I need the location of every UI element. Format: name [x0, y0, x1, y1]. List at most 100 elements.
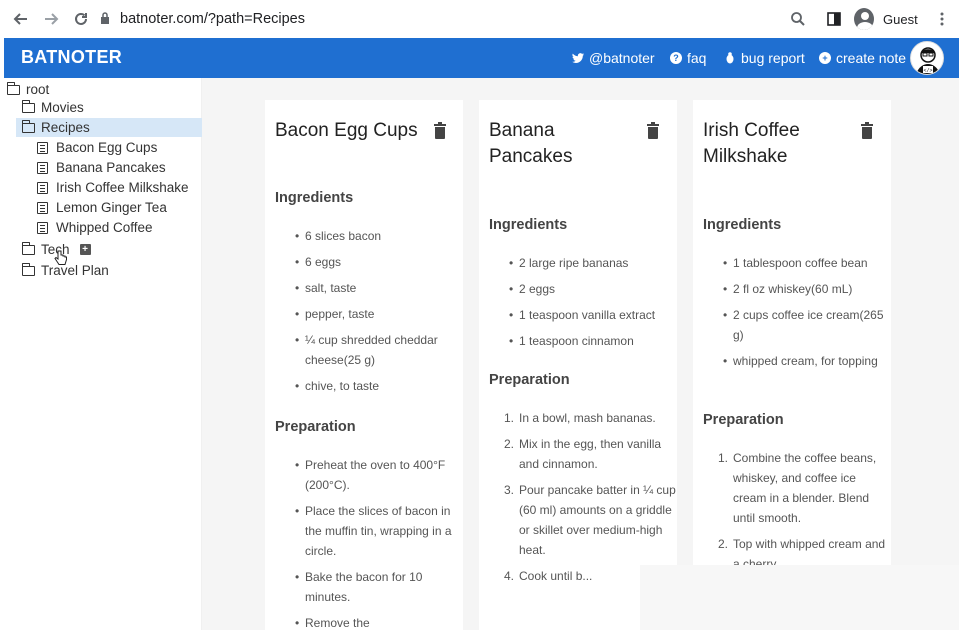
note-icon [37, 181, 48, 194]
forward-icon[interactable] [40, 8, 62, 30]
app-header: BATNOTER @batnoter ? faq bug report + cr… [4, 38, 959, 78]
trash-icon[interactable] [434, 122, 446, 139]
tree-folder-recipes[interactable]: Recipes [16, 118, 202, 137]
list-item: ¼ cup shredded cheddar cheese(25 g) [275, 330, 463, 370]
svg-text:</>: </> [923, 68, 932, 74]
list-item: 1. Combine the coffee beans, whiskey, and… [718, 451, 877, 525]
help-circle-icon: ? [670, 52, 682, 64]
ingredients-list: 6 slices bacon 6 eggs salt, taste pepper… [275, 226, 463, 402]
hand-cursor-icon [54, 250, 68, 269]
list-item: 2 cups coffee ice cream(265 g) [703, 305, 891, 345]
faq-link-label: faq [687, 50, 707, 66]
ingredients-heading: Ingredients [489, 217, 568, 233]
list-item: Remove the [275, 613, 463, 630]
tree-note-irish-coffee-milkshake[interactable]: Irish Coffee Milkshake [37, 178, 189, 197]
tree-note-label: Lemon Ginger Tea [56, 200, 167, 215]
folder-icon [21, 241, 35, 255]
trash-icon[interactable] [861, 122, 873, 139]
address-bar[interactable]: batnoter.com/?path=Recipes [100, 4, 820, 34]
ingredients-heading: Ingredients [275, 190, 354, 206]
note-icon [37, 161, 48, 174]
list-item: whipped cream, for topping [703, 351, 891, 371]
preparation-heading: Preparation [703, 412, 784, 428]
note-icon [37, 141, 48, 154]
list-item: 3. Pour pancake batter in ¼ cup (60 ml) a… [504, 483, 676, 557]
tree-note-bacon-egg-cups[interactable]: Bacon Egg Cups [37, 138, 157, 157]
user-avatar[interactable]: </> [910, 41, 944, 75]
trash-icon[interactable] [647, 122, 659, 139]
zoom-icon[interactable] [788, 9, 808, 29]
note-title[interactable]: Banana Pancakes [489, 118, 599, 170]
browser-toolbar: batnoter.com/?path=Recipes Guest [0, 0, 959, 38]
tree-root[interactable]: root [6, 80, 50, 99]
overlay-panel [640, 565, 959, 630]
preparation-heading: Preparation [275, 419, 356, 435]
note-card[interactable]: Banana Pancakes Ingredients 2 large ripe… [479, 100, 677, 630]
folder-icon [6, 81, 20, 95]
ingredients-heading: Ingredients [703, 217, 782, 233]
list-item: 2. Mix in the egg, then vanilla and cinna… [504, 437, 662, 471]
list-item: Bake the bacon for 10 minutes. [275, 567, 463, 607]
tree-folder-label: Recipes [41, 120, 90, 135]
note-card[interactable]: Irish Coffee Milkshake Ingredients 1 tab… [693, 100, 891, 630]
tree-root-label: root [26, 82, 50, 97]
bug-icon [724, 52, 736, 64]
bug-report-link[interactable]: bug report [724, 50, 805, 66]
lock-icon [100, 11, 110, 27]
ingredients-list: 1 tablespoon coffee bean 2 fl oz whiskey… [703, 253, 891, 377]
reload-icon[interactable] [70, 8, 92, 30]
tree-note-label: Irish Coffee Milkshake [56, 180, 189, 195]
plus-circle-icon: + [819, 52, 831, 64]
list-item: 6 eggs [275, 252, 463, 272]
kebab-menu-icon[interactable] [932, 9, 952, 29]
note-icon [37, 221, 48, 234]
tree-note-label: Bacon Egg Cups [56, 140, 158, 155]
list-item: salt, taste [275, 278, 463, 298]
list-item: 2 fl oz whiskey(60 mL) [703, 279, 891, 299]
ingredients-list: 2 large ripe bananas 2 eggs 1 teaspoon v… [489, 253, 677, 357]
list-item: 1 tablespoon coffee bean [703, 253, 891, 273]
list-item: Place the slices of bacon in the muffin … [275, 501, 463, 561]
notes-grid: Bacon Egg Cups Ingredients 6 slices baco… [202, 78, 959, 630]
tree-folder-label: Movies [41, 100, 84, 115]
tree-folder-label: Travel Plan [41, 263, 109, 278]
tree-note-lemon-ginger-tea[interactable]: Lemon Ginger Tea [37, 198, 167, 217]
list-item: chive, to taste [275, 376, 463, 396]
twitter-link-label: @batnoter [589, 50, 655, 66]
tree-note-label: Banana Pancakes [56, 160, 166, 175]
list-item: pepper, taste [275, 304, 463, 324]
folder-icon [21, 99, 35, 113]
add-note-icon[interactable]: + [79, 244, 91, 255]
create-note-label: create note [836, 50, 907, 66]
url-text: batnoter.com/?path=Recipes [120, 11, 305, 27]
note-title[interactable]: Bacon Egg Cups [275, 118, 435, 144]
profile-icon[interactable] [854, 8, 874, 30]
brand-logo[interactable]: BATNOTER [21, 47, 122, 68]
tree-note-banana-pancakes[interactable]: Banana Pancakes [37, 158, 166, 177]
list-item: Preheat the oven to 400°F (200°C). [275, 455, 463, 495]
folder-icon [21, 119, 35, 133]
list-item: 1 teaspoon cinnamon [489, 331, 677, 351]
tree-note-whipped-coffee[interactable]: Whipped Coffee [37, 218, 153, 237]
preparation-list: Preheat the oven to 400°F (200°C). Place… [275, 455, 463, 630]
back-icon[interactable] [10, 8, 32, 30]
folder-icon [21, 262, 35, 276]
note-icon [37, 201, 48, 214]
note-card[interactable]: Bacon Egg Cups Ingredients 6 slices baco… [265, 100, 463, 630]
note-title[interactable]: Irish Coffee Milkshake [703, 118, 843, 170]
twitter-icon [572, 52, 584, 64]
twitter-link[interactable]: @batnoter [572, 50, 655, 66]
preparation-heading: Preparation [489, 372, 570, 388]
faq-link[interactable]: ? faq [670, 50, 706, 66]
tree-folder-movies[interactable]: Movies [21, 98, 84, 117]
list-item: 1 teaspoon vanilla extract [489, 305, 677, 325]
list-item: 2 eggs [489, 279, 677, 299]
preparation-list: 1. Combine the coffee beans, whiskey, and… [703, 448, 891, 580]
bug-report-label: bug report [741, 50, 805, 66]
list-item: 2 large ripe bananas [489, 253, 677, 273]
create-note-link[interactable]: + create note [819, 50, 906, 66]
side-panel-icon[interactable] [824, 9, 844, 29]
list-item: 1. In a bowl, mash bananas. [504, 411, 656, 425]
guest-label[interactable]: Guest [883, 12, 918, 27]
sidebar: root Movies Recipes Bacon Egg Cups Banan… [4, 78, 202, 630]
